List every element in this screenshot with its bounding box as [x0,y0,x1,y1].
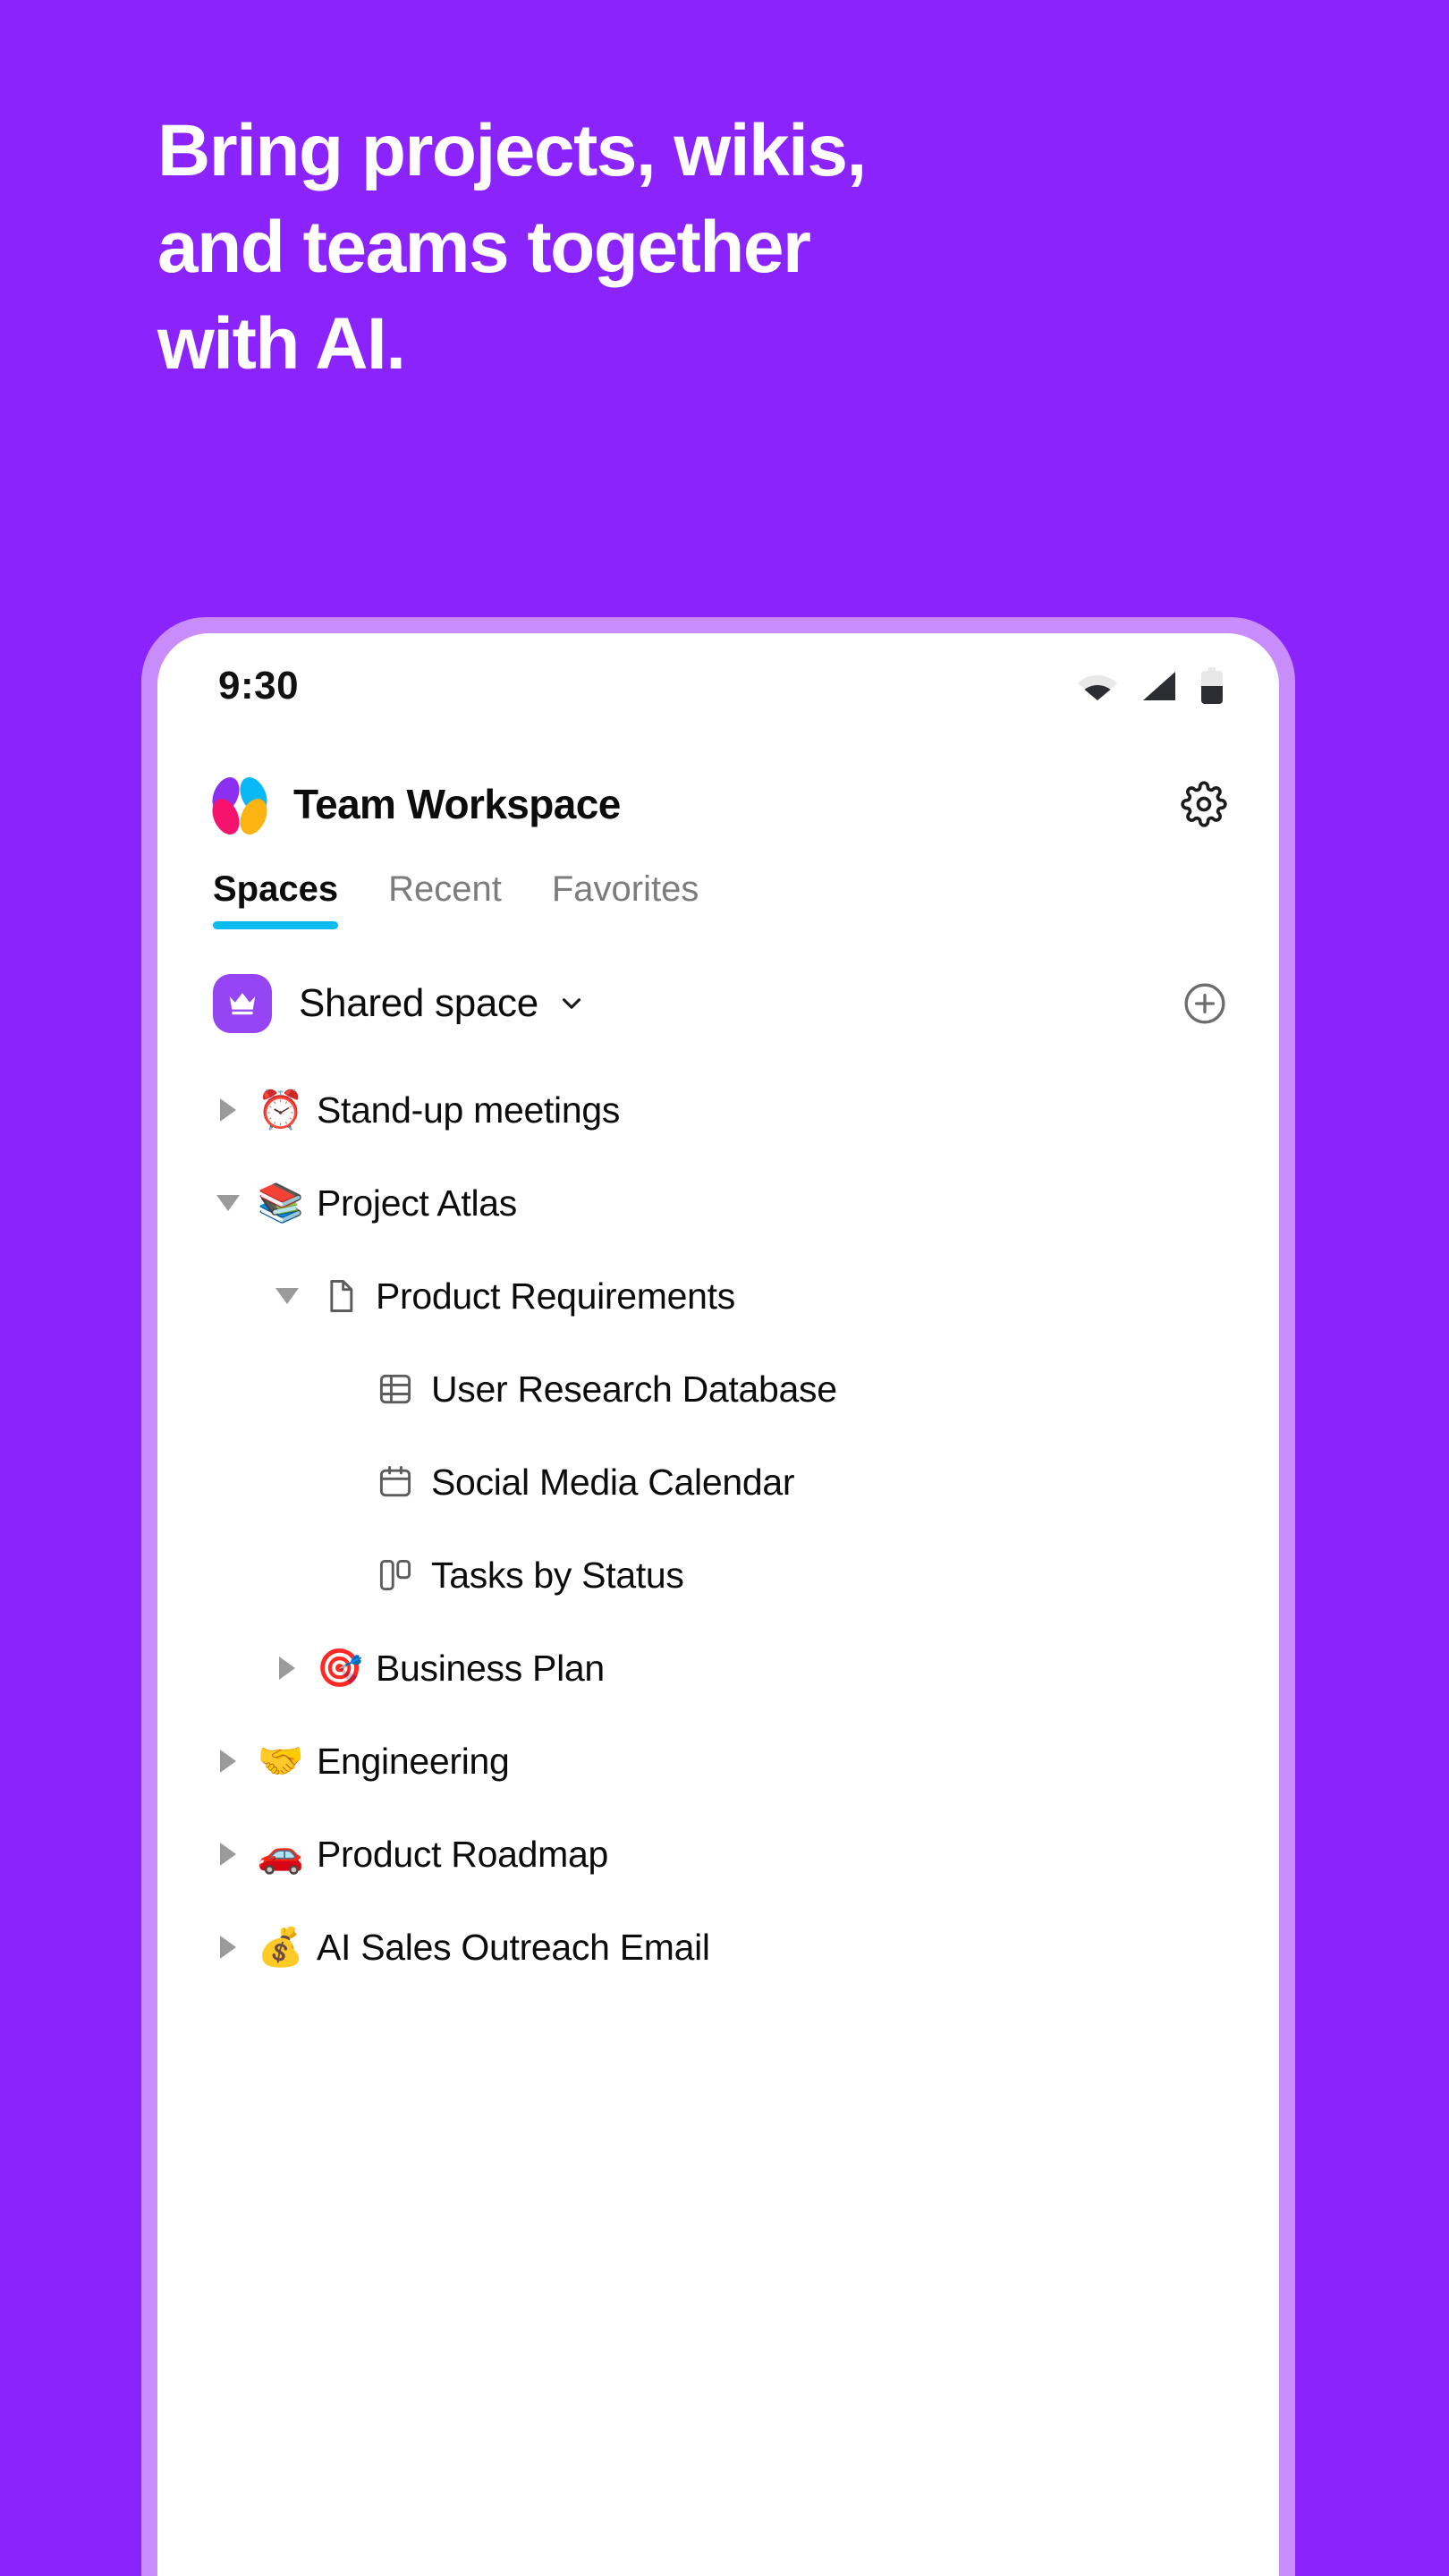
phone-screen: 9:30 Team Workspace Spaces Recent Favori… [157,633,1279,2576]
tree-item-label: Product Roadmap [317,1833,608,1875]
status-icons [1077,667,1224,705]
tree-item-label: Project Atlas [317,1182,517,1224]
status-time: 9:30 [218,664,300,708]
money-bag-emoji: 💰 [257,1926,305,1968]
tab-favorites[interactable]: Favorites [552,869,699,929]
page-title: Team Workspace [293,781,621,827]
dart-emoji: 🎯 [316,1647,364,1689]
chevron-down-icon[interactable] [556,988,587,1019]
tree-item-ai-sales-outreach-email[interactable]: 💰 AI Sales Outreach Email [157,1901,1279,1994]
headline-line-3: with AI. [157,303,406,385]
calendar-icon [370,1462,420,1502]
tab-active-indicator [213,921,339,929]
space-tree: ⏰ Stand-up meetings 📚 Project Atlas Prod… [157,1037,1279,1994]
books-emoji: 📚 [257,1182,305,1224]
chevron-down-icon[interactable] [213,1188,243,1218]
tree-item-label: AI Sales Outreach Email [317,1926,710,1968]
wifi-icon [1078,675,1117,700]
tree-item-label: Social Media Calendar [431,1461,795,1503]
tree-item-label: Business Plan [376,1647,605,1689]
crown-icon [229,993,256,1015]
handshake-emoji: 🤝 [257,1740,305,1782]
tree-item-product-requirements[interactable]: Product Requirements [157,1250,1279,1343]
board-icon [370,1555,420,1595]
car-emoji: 🚗 [257,1833,305,1875]
tree-item-social-media-calendar[interactable]: Social Media Calendar [157,1436,1279,1529]
cellular-signal-icon [1143,672,1175,700]
tree-item-label: Tasks by Status [431,1554,684,1596]
tree-item-label: Stand-up meetings [317,1089,621,1131]
app-header: Team Workspace [157,739,1279,850]
tree-item-engineering[interactable]: 🤝 Engineering [157,1715,1279,1808]
tree-item-label: User Research Database [431,1368,837,1410]
chevron-down-icon[interactable] [272,1281,302,1311]
chevron-right-icon[interactable] [213,1095,243,1125]
tree-item-tasks-by-status[interactable]: Tasks by Status [157,1529,1279,1622]
alarm-clock-emoji: ⏰ [257,1089,305,1131]
tree-item-user-research-database[interactable]: User Research Database [157,1343,1279,1436]
tab-recent[interactable]: Recent [388,869,502,929]
plus-circle-icon[interactable] [1182,981,1227,1026]
workspace-logo [207,773,273,839]
tree-item-label: Product Requirements [376,1275,735,1317]
settings-button[interactable] [1181,781,1227,827]
tab-favorites-label: Favorites [551,869,699,909]
hero-headline: Bring projects, wikis, and teams togethe… [157,114,1213,404]
tab-spaces-label: Spaces [213,869,339,909]
table-icon [370,1369,420,1409]
document-icon [315,1276,365,1316]
tree-item-product-roadmap[interactable]: 🚗 Product Roadmap [157,1808,1279,1901]
battery-icon [1201,667,1223,704]
phone-frame: 9:30 Team Workspace Spaces Recent Favori… [141,617,1295,2576]
tab-recent-label: Recent [388,869,502,909]
space-avatar [213,974,272,1033]
tree-item-label: Engineering [317,1740,510,1782]
chevron-right-icon[interactable] [213,1839,243,1869]
headline-line-1: Bring projects, wikis, [157,110,867,191]
tab-spaces[interactable]: Spaces [213,869,339,929]
headline-line-2: and teams together [157,207,811,288]
tree-item-stand-up-meetings[interactable]: ⏰ Stand-up meetings [157,1063,1279,1157]
tree-item-project-atlas[interactable]: 📚 Project Atlas [157,1157,1279,1250]
gear-icon [1181,781,1227,827]
chevron-right-icon[interactable] [213,1746,243,1776]
chevron-right-icon[interactable] [213,1932,243,1962]
space-selector-row: Shared space [157,929,1279,1037]
space-name: Shared space [299,981,538,1025]
status-bar: 9:30 [157,633,1279,739]
chevron-right-icon[interactable] [272,1653,302,1683]
tree-item-business-plan[interactable]: 🎯 Business Plan [157,1622,1279,1715]
tab-bar: Spaces Recent Favorites [157,850,1279,929]
